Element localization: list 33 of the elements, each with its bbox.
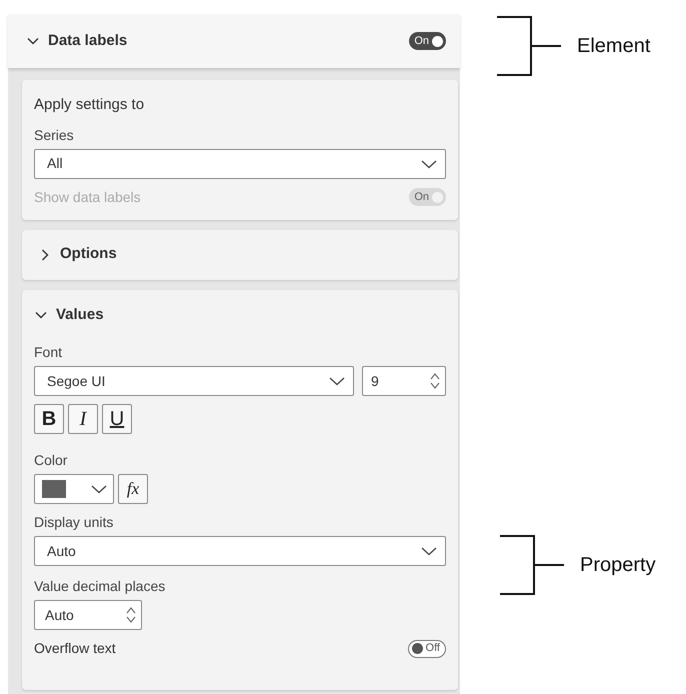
- section-header[interactable]: Data labels On: [8, 14, 460, 68]
- chevron-down-icon: [329, 376, 345, 386]
- function-button[interactable]: fx: [118, 474, 148, 504]
- underline-button[interactable]: U: [102, 404, 132, 434]
- toggle-switch[interactable]: Off: [408, 640, 446, 658]
- field-label: Show data labels: [34, 188, 141, 206]
- field-label: Color: [34, 451, 68, 470]
- chevron-down-icon: [421, 158, 437, 168]
- series-dropdown[interactable]: All: [34, 148, 446, 178]
- bracket-line: [497, 16, 561, 76]
- color-picker[interactable]: [34, 474, 114, 504]
- spinner-arrows-icon[interactable]: [125, 605, 137, 625]
- callout-label: Element: [577, 34, 650, 59]
- chevron-down-icon: [91, 484, 107, 494]
- callout-label: Property: [580, 553, 656, 578]
- bold-button[interactable]: B: [34, 404, 64, 434]
- display-units-dropdown[interactable]: Auto: [34, 536, 446, 566]
- italic-button[interactable]: I: [68, 404, 98, 434]
- toggle-switch[interactable]: On: [409, 32, 446, 50]
- font-size-field[interactable]: 9: [362, 366, 446, 396]
- options-card[interactable]: Options: [22, 230, 458, 280]
- chevron-down-icon: [421, 546, 437, 556]
- card-title: Apply settings to: [34, 95, 146, 115]
- decimal-places-field[interactable]: Auto: [34, 600, 142, 630]
- field-label: Value decimal places: [34, 577, 166, 596]
- font-dropdown[interactable]: Segoe UI: [34, 366, 354, 396]
- bracket-line: [500, 535, 564, 595]
- field-label: Overflow text: [34, 639, 116, 658]
- spinner-arrows-icon[interactable]: [429, 371, 441, 391]
- field-label: Display units: [34, 513, 114, 532]
- section-title: Values: [56, 304, 104, 324]
- field-label: Series: [34, 126, 75, 144]
- field-label: Font: [34, 343, 64, 362]
